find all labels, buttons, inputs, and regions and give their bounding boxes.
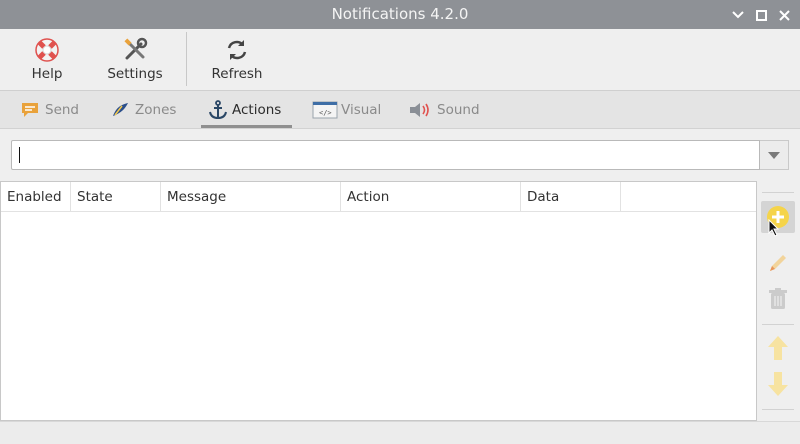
dropdown-button[interactable] <box>760 140 789 170</box>
tab-visual[interactable]: </> Visual <box>306 91 387 128</box>
tab-send[interactable]: Send <box>14 91 85 128</box>
toolbar-separator <box>186 32 187 86</box>
column-header-enabled[interactable]: Enabled <box>1 182 71 212</box>
tab-sound-label: Sound <box>437 101 480 118</box>
status-bar <box>0 421 800 444</box>
action-input[interactable] <box>11 140 760 170</box>
chevron-down-icon <box>732 11 744 19</box>
actions-table[interactable]: Enabled State Message Action Data <box>0 181 757 421</box>
column-header-action[interactable]: Action <box>341 182 521 212</box>
minimize-button[interactable] <box>728 5 748 25</box>
refresh-button[interactable]: Refresh <box>208 29 266 91</box>
table-header: Enabled State Message Action Data <box>1 182 756 212</box>
help-label: Help <box>31 66 63 82</box>
tab-zones-label: Zones <box>135 101 177 118</box>
maximize-button[interactable] <box>751 5 771 25</box>
tab-send-label: Send <box>45 101 80 118</box>
svg-text:</>: </> <box>319 109 332 117</box>
help-button[interactable]: Help <box>18 29 76 91</box>
column-header-data[interactable]: Data <box>521 182 621 212</box>
actions-panel: Enabled State Message Action Data <box>0 129 800 421</box>
side-separator <box>762 192 794 193</box>
tab-actions-label: Actions <box>232 101 282 118</box>
settings-label: Settings <box>107 66 163 82</box>
send-icon <box>20 100 42 120</box>
toolbar: Help Settings Refresh <box>0 29 800 91</box>
delete-button[interactable] <box>761 283 795 315</box>
arrow-up-icon <box>768 336 788 360</box>
action-combobox[interactable] <box>11 140 789 170</box>
tab-zones[interactable]: Zones <box>104 91 182 128</box>
edit-icon <box>770 255 786 271</box>
tab-visual-label: Visual <box>341 101 382 118</box>
move-down-button[interactable] <box>761 368 795 400</box>
arrow-down-icon <box>768 372 788 396</box>
column-header-message[interactable]: Message <box>161 182 341 212</box>
side-separator <box>762 409 794 410</box>
mouse-cursor-icon <box>768 219 780 237</box>
speaker-icon <box>408 100 434 120</box>
refresh-icon <box>223 36 251 64</box>
text-cursor <box>19 147 20 163</box>
tab-actions[interactable]: Actions <box>201 91 292 128</box>
tab-sound[interactable]: Sound <box>402 91 486 128</box>
window-title: Notifications 4.2.0 <box>331 5 469 23</box>
chevron-down-icon <box>768 151 780 159</box>
refresh-label: Refresh <box>211 66 263 82</box>
close-button[interactable] <box>774 5 794 25</box>
tab-bar: Send Zones Actions </> Visual Sound <box>0 91 800 129</box>
zones-icon <box>110 100 132 120</box>
maximize-icon <box>755 9 767 21</box>
visual-icon: </> <box>312 100 338 120</box>
edit-button[interactable] <box>761 247 795 279</box>
title-bar: Notifications 4.2.0 <box>0 0 800 29</box>
side-toolbar <box>757 181 800 421</box>
close-icon <box>778 9 790 21</box>
column-header-state[interactable]: State <box>71 182 161 212</box>
tools-icon <box>121 36 149 64</box>
settings-button[interactable]: Settings <box>104 29 166 91</box>
anchor-icon <box>207 99 229 120</box>
trash-icon <box>769 288 787 309</box>
move-up-button[interactable] <box>761 332 795 364</box>
lifebuoy-icon <box>33 36 61 64</box>
side-separator <box>762 324 794 325</box>
